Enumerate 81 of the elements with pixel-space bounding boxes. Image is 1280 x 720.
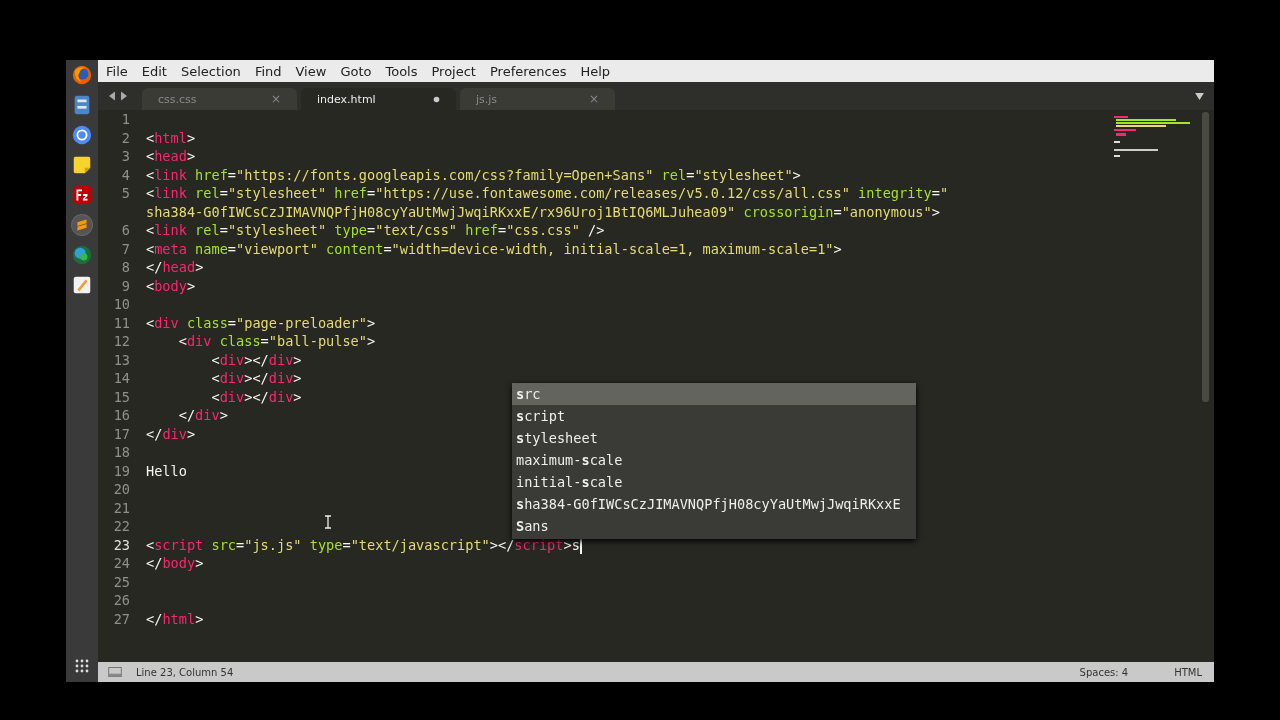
completion-item[interactable]: sha384-G0fIWCsCzJIMAVNQPfjH08cyYaUtMwjJwqiRKxxE bbox=[512, 493, 916, 515]
menu-item[interactable]: Tools bbox=[385, 63, 418, 79]
code-line: </div> bbox=[146, 424, 196, 443]
scrollbar-thumb[interactable] bbox=[1202, 112, 1209, 402]
completion-item[interactable]: Sans bbox=[512, 515, 916, 537]
tab-navigation-arrows-icon[interactable] bbox=[108, 91, 128, 101]
panel-toggle-icon[interactable] bbox=[108, 667, 122, 677]
dropdown-caret-icon[interactable] bbox=[1195, 93, 1204, 100]
code-line: <div class="page-preloader"> bbox=[146, 313, 376, 332]
line-number: 27 bbox=[113, 610, 130, 627]
line-number: 16 bbox=[113, 407, 130, 423]
code-line: </html> bbox=[146, 609, 204, 628]
globe-icon[interactable] bbox=[71, 64, 93, 86]
code-line: <div></div> bbox=[210, 350, 302, 369]
filezilla-like-icon[interactable] bbox=[71, 184, 93, 206]
menu-item[interactable]: Preferences bbox=[489, 63, 567, 79]
file-tab[interactable]: index.html bbox=[301, 88, 456, 110]
line-number: 23 bbox=[113, 536, 130, 553]
ring-icon[interactable] bbox=[71, 124, 93, 146]
code-line: <link rel="stylesheet" type="text/css" href="css.css" /> bbox=[146, 221, 605, 240]
sphere-icon[interactable] bbox=[71, 244, 93, 266]
completion-item[interactable]: initial-scale bbox=[512, 471, 916, 493]
line-number: 1 bbox=[121, 111, 130, 127]
line-number: 13 bbox=[113, 351, 130, 368]
code-line: <body> bbox=[146, 276, 196, 295]
menu-item[interactable]: Project bbox=[431, 63, 476, 79]
menu-item[interactable]: Edit bbox=[141, 63, 167, 79]
completion-item[interactable]: src bbox=[512, 383, 916, 405]
code-line: <link href="https://fonts.googleapis.com/css?family=Open+Sans" rel="stylesheet"> bbox=[146, 165, 801, 184]
code-line: sha384-G0fIWCsCzJIMAVNQPfjH08cyYaUtMwjJwqiRKxxE/rx96Uroj1BtIQ6MLJuhea09" crossorigin="anonymous"> bbox=[146, 202, 940, 221]
bolt-icon[interactable] bbox=[71, 214, 93, 236]
menu-item[interactable]: Goto bbox=[340, 63, 372, 79]
note-icon[interactable] bbox=[71, 154, 93, 176]
code-line: </head> bbox=[146, 258, 204, 277]
completion-item[interactable]: script bbox=[512, 405, 916, 427]
line-number: 19 bbox=[113, 462, 130, 479]
line-number: 24 bbox=[113, 555, 130, 571]
menu-item[interactable]: Selection bbox=[180, 63, 241, 79]
line-number: 12 bbox=[113, 333, 130, 349]
text-cursor-icon bbox=[324, 515, 332, 529]
menu-item[interactable]: Help bbox=[580, 63, 611, 79]
line-number: 18 bbox=[113, 444, 130, 460]
line-number: 11 bbox=[113, 314, 130, 331]
unsaved-dot-icon[interactable] bbox=[433, 95, 440, 103]
code-line: <div class="ball-pulse"> bbox=[177, 332, 376, 351]
menu-item[interactable]: Find bbox=[254, 63, 282, 79]
line-number: 7 bbox=[121, 240, 130, 257]
apps-grid-icon[interactable] bbox=[74, 658, 90, 674]
line-number: 25 bbox=[113, 573, 130, 590]
line-number: 3 bbox=[121, 148, 130, 164]
line-number: 10 bbox=[113, 296, 130, 312]
line-number: 21 bbox=[113, 499, 130, 516]
code-line: <html> bbox=[146, 128, 196, 147]
code-line: <div></div> bbox=[210, 369, 302, 388]
line-number: 26 bbox=[113, 592, 130, 608]
code-line: </body> bbox=[146, 554, 204, 573]
menu-item[interactable]: View bbox=[295, 63, 327, 79]
completion-item[interactable]: maximum-scale bbox=[512, 449, 916, 471]
line-number: 8 bbox=[121, 259, 130, 275]
code-line: <head> bbox=[146, 147, 196, 166]
menu-item[interactable]: File bbox=[106, 63, 128, 79]
indentation-setting[interactable]: Spaces: 4 bbox=[1079, 666, 1129, 678]
line-number: 2 bbox=[121, 129, 130, 146]
pencil-pad-icon[interactable] bbox=[71, 274, 93, 296]
cursor-position: Line 23, Column 54 bbox=[136, 666, 234, 678]
line-number: 22 bbox=[113, 518, 130, 534]
line-number: 6 bbox=[121, 222, 130, 238]
line-number: 5 bbox=[121, 185, 130, 201]
line-number: 17 bbox=[113, 425, 130, 442]
code-line: <link rel="stylesheet" href="https://use.fontawesome.com/releases/v5.0.12/css/all.css" integrity=" bbox=[146, 184, 949, 203]
code-line: Hello bbox=[146, 461, 187, 480]
code-line: <div></div> bbox=[210, 387, 302, 406]
line-number: 9 bbox=[121, 277, 130, 294]
completion-item[interactable]: stylesheet bbox=[512, 427, 916, 449]
line-number: 15 bbox=[113, 388, 130, 405]
code-line: <meta name="viewport" content="width=device-width, initial-scale=1, maximum-scale=1"> bbox=[146, 239, 842, 258]
line-number: 20 bbox=[113, 481, 130, 497]
line-number: 14 bbox=[113, 370, 130, 386]
line-number: 4 bbox=[121, 166, 130, 183]
syntax-setting[interactable]: HTML bbox=[1174, 666, 1202, 678]
code-line: </div> bbox=[177, 406, 228, 425]
